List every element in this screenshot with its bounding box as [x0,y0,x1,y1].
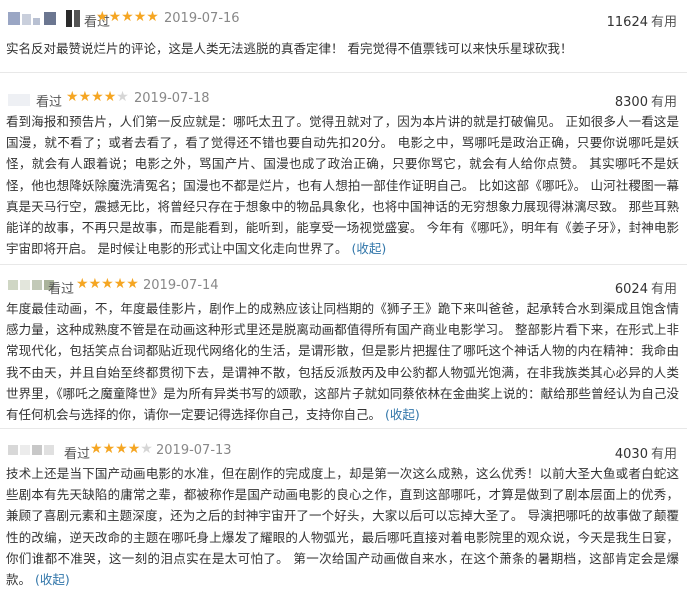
vote-area: 6024 有用 [615,278,677,297]
vote-count: 6024 [614,282,648,297]
useful-button[interactable]: 有用 [651,95,677,110]
star-filled-icon: ★ [115,441,128,457]
star-filled-icon: ★ [88,276,102,292]
review-content: 技术上还是当下国产动画电影的水准，但在剧作的完成度上，却是第一次这么成熟，这么优… [6,463,679,590]
star-empty-icon: ★ [140,441,153,457]
star-filled-icon: ★ [133,9,147,25]
review-content: 看到海报和预告片，人们第一反应就是：哪吒太丑了。觉得丑就对了，因为本片讲的就是打… [6,111,679,259]
review-text: 实名反对最赞说烂片的评论，这是人类无法逃脱的真香定律！ 看完觉得不值票钱可以来快… [6,41,573,56]
star-filled-icon: ★ [78,89,92,105]
star-empty-icon: ★ [116,89,129,105]
watched-status: 看过 [48,282,75,297]
vote-count: 11624 [606,15,648,30]
collapse-link[interactable]: (收起) [351,241,386,256]
review-content: 实名反对最赞说烂片的评论，这是人类无法逃脱的真香定律！ 看完觉得不值票钱可以来快… [6,38,679,59]
star-filled-icon: ★ [108,9,122,25]
review-date: 2019-07-14 [143,278,219,293]
review-text: 年度最佳动画，不，年度最佳影片，剧作上的成熟应该让同档期的《狮子王》跪下来叫爸爸… [6,301,679,423]
collapse-link[interactable]: (收起) [385,407,420,422]
vote-count: 8300 [614,95,648,110]
divider [0,72,687,73]
divider [0,428,687,429]
vote-area: 11624 有用 [607,11,677,30]
rating-stars: ★★★★★ [96,9,159,25]
review-item: 看过 ★★★★★ 2019-07-18 8300 有用 看到海报和预告片，人们第一… [0,83,687,256]
review-date: 2019-07-18 [134,91,210,106]
review-item: 看过 ★★★★★ 2019-07-16 11624 有用 实名反对最赞说烂片的评论… [0,0,687,56]
vote-area: 4030 有用 [615,443,677,462]
star-filled-icon: ★ [101,276,114,292]
avatar[interactable] [8,443,68,463]
review-content: 年度最佳动画，不，年度最佳影片，剧作上的成熟应该让同档期的《狮子王》跪下来叫爸爸… [6,298,679,425]
star-filled-icon: ★ [102,441,116,457]
star-filled-icon: ★ [126,276,139,292]
star-filled-icon: ★ [121,9,134,25]
vote-count: 4030 [614,447,648,462]
star-filled-icon: ★ [146,9,159,25]
review-date: 2019-07-16 [164,11,240,26]
star-filled-icon: ★ [103,89,117,105]
divider [0,264,687,265]
star-filled-icon: ★ [91,89,104,105]
review-date: 2019-07-13 [156,443,232,458]
star-filled-icon: ★ [113,276,127,292]
star-filled-icon: ★ [76,276,89,292]
review-header: 看过 ★★★★★ 2019-07-16 11624 有用 [0,0,687,34]
star-filled-icon: ★ [96,9,109,25]
review-text: 技术上还是当下国产动画电影的水准，但在剧作的完成度上，却是第一次这么成熟，这么优… [6,466,679,588]
star-filled-icon: ★ [127,441,141,457]
rating-stars: ★★★★★ [66,89,129,105]
rating-stars: ★★★★★ [90,441,153,457]
review-item: 看过 ★★★★★ 2019-07-13 4030 有用 技术上还是当下国产动画电影… [0,435,687,587]
vote-area: 8300 有用 [615,91,677,110]
star-filled-icon: ★ [90,441,103,457]
star-filled-icon: ★ [66,89,79,105]
useful-button[interactable]: 有用 [651,447,677,462]
watched-status: 看过 [36,95,63,110]
review-text: 看到海报和预告片，人们第一反应就是：哪吒太丑了。觉得丑就对了，因为本片讲的就是打… [6,114,679,257]
rating-stars: ★★★★★ [76,276,139,292]
useful-button[interactable]: 有用 [651,15,677,30]
useful-button[interactable]: 有用 [651,282,677,297]
watched-status: 看过 [64,447,91,462]
review-item: 看过 ★★★★★ 2019-07-14 6024 有用 年度最佳动画，不，年度最佳… [0,270,687,422]
